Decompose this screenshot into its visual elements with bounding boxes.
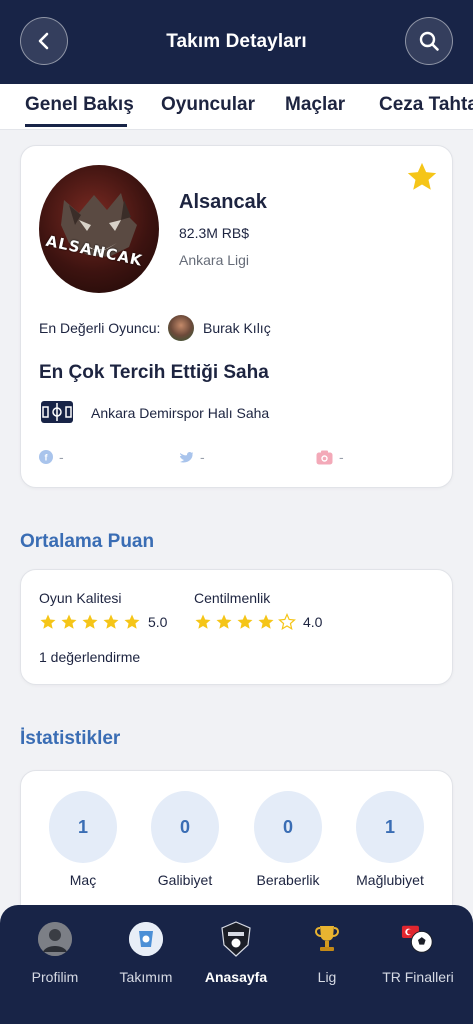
star-filled-icon bbox=[216, 614, 232, 629]
rating-section-title: Ortalama Puan bbox=[20, 531, 155, 552]
stat-wins-value: 0 bbox=[151, 791, 219, 863]
team-league: Ankara Ligi bbox=[179, 252, 250, 268]
star-filled-icon bbox=[61, 614, 77, 629]
profile-avatar-icon bbox=[38, 922, 72, 956]
rating-count: 1 değerlendirme bbox=[39, 649, 141, 665]
team-logo: ALSANCAK bbox=[39, 165, 159, 293]
star-filled-icon bbox=[258, 614, 274, 629]
turkey-ball-icon bbox=[401, 922, 435, 956]
team-name: Alsancak bbox=[179, 191, 267, 213]
twitter-link[interactable]: - bbox=[178, 449, 205, 465]
nav-home[interactable]: Anasayfa bbox=[191, 921, 281, 985]
tab-ceza-tahtasi[interactable]: Ceza Tahtası bbox=[379, 94, 473, 116]
stat-matches-label: Maç bbox=[69, 872, 97, 888]
pitch-section-title: En Çok Tercih Ettiği Saha bbox=[39, 362, 269, 383]
facebook-value: - bbox=[59, 449, 64, 465]
nav-team[interactable]: Takımım bbox=[101, 922, 191, 985]
tab-maclar[interactable]: Maçlar bbox=[285, 94, 345, 116]
stat-matches-value: 1 bbox=[49, 791, 117, 863]
tab-genel-bakis[interactable]: Genel Bakış bbox=[25, 94, 134, 116]
game-quality-label: Oyun Kalitesi bbox=[39, 590, 122, 606]
pitch-name: Ankara Demirspor Halı Saha bbox=[91, 405, 270, 421]
trophy-icon bbox=[310, 922, 344, 956]
game-quality-score: 5.0 bbox=[148, 614, 168, 630]
nav-league-label: Lig bbox=[317, 969, 337, 985]
nav-profile-label: Profilim bbox=[31, 969, 79, 985]
pitch-icon bbox=[41, 401, 73, 423]
mvp-avatar[interactable] bbox=[168, 315, 194, 341]
facebook-icon: f bbox=[39, 450, 53, 464]
mvp-name[interactable]: Burak Kılıç bbox=[203, 320, 271, 336]
twitter-value: - bbox=[200, 449, 205, 465]
star-filled-icon bbox=[195, 614, 211, 629]
instagram-value: - bbox=[339, 449, 344, 465]
team-logo-icon bbox=[129, 922, 163, 956]
game-quality-stars: 5.0 bbox=[39, 613, 167, 631]
stat-wins-label: Galibiyet bbox=[157, 872, 213, 888]
stats-section-title: İstatistikler bbox=[20, 728, 121, 749]
star-filled-icon bbox=[40, 614, 56, 629]
search-icon bbox=[419, 31, 439, 51]
league-badge-icon bbox=[219, 921, 253, 957]
nav-tr-finals[interactable]: TR Finalleri bbox=[373, 922, 463, 985]
stat-losses-label: Mağlubiyet bbox=[356, 872, 424, 888]
stat-draws-label: Beraberlik bbox=[256, 872, 320, 888]
star-filled-icon bbox=[103, 614, 119, 629]
stat-losses-value: 1 bbox=[356, 791, 424, 863]
bottom-navigation: Profilim Takımım Anasayfa Lig TR Finalle… bbox=[0, 905, 473, 1024]
star-filled-icon bbox=[237, 614, 253, 629]
star-filled-icon bbox=[124, 614, 140, 629]
tab-oyuncular[interactable]: Oyuncular bbox=[161, 94, 255, 116]
sportsmanship-score: 4.0 bbox=[303, 614, 323, 630]
active-tab-indicator bbox=[25, 124, 127, 127]
instagram-link[interactable]: - bbox=[316, 449, 344, 465]
wolf-icon bbox=[61, 193, 137, 257]
facebook-link[interactable]: f - bbox=[39, 449, 64, 465]
mvp-label: En Değerli Oyuncu: bbox=[39, 320, 161, 336]
instagram-icon bbox=[316, 450, 333, 464]
nav-league[interactable]: Lig bbox=[282, 922, 372, 985]
stat-draws-value: 0 bbox=[254, 791, 322, 863]
nav-tr-finals-label: TR Finalleri bbox=[382, 969, 454, 985]
star-icon[interactable] bbox=[405, 160, 439, 194]
twitter-icon bbox=[180, 451, 193, 463]
nav-home-label: Anasayfa bbox=[204, 969, 268, 985]
nav-team-label: Takımım bbox=[119, 969, 173, 985]
page-title: Takım Detayları bbox=[166, 31, 307, 52]
app-header: Takım Detayları bbox=[0, 0, 473, 84]
nav-profile[interactable]: Profilim bbox=[10, 922, 100, 985]
star-empty-icon bbox=[278, 613, 296, 630]
sportsmanship-label: Centilmenlik bbox=[194, 590, 271, 606]
sportsmanship-stars: 4.0 bbox=[194, 613, 322, 631]
star-filled-icon bbox=[82, 614, 98, 629]
team-value: 82.3M RB$ bbox=[179, 225, 250, 241]
search-button[interactable] bbox=[405, 17, 453, 65]
